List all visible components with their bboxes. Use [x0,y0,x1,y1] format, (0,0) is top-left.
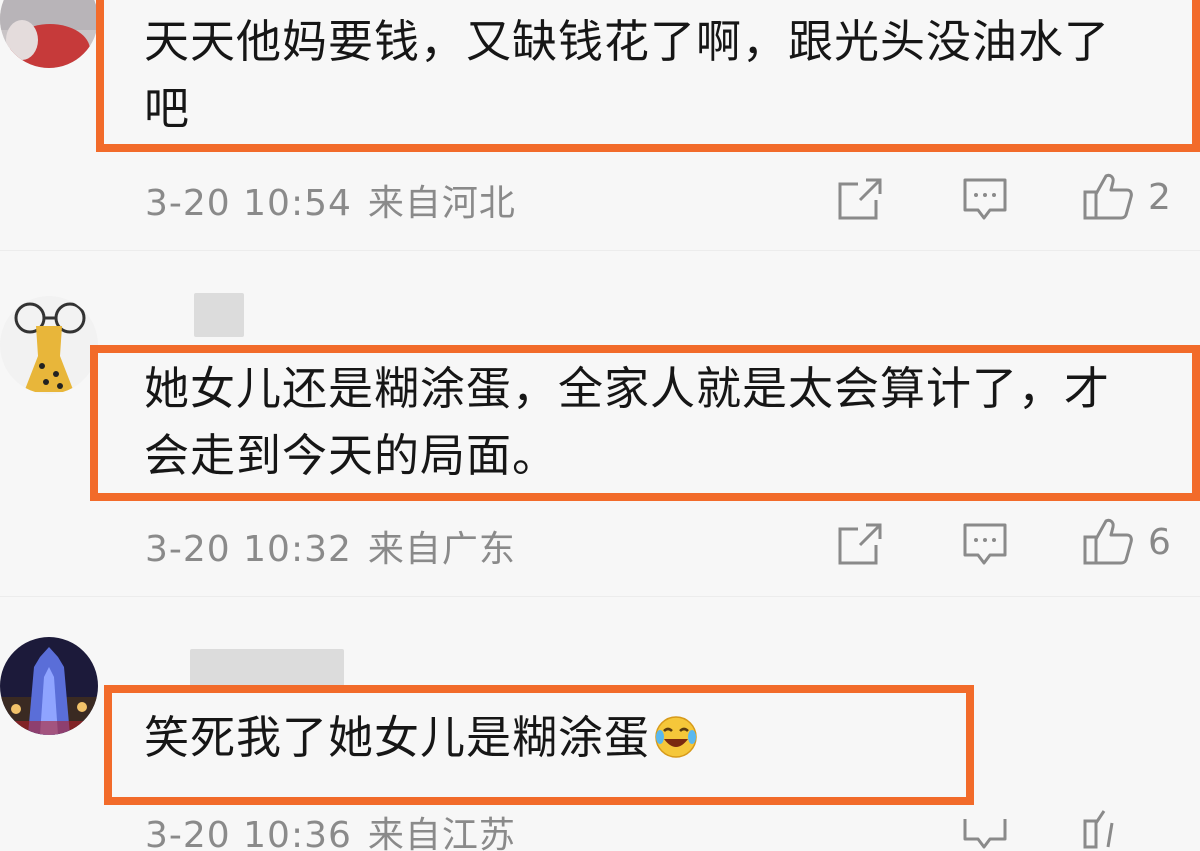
comment-text: 她女儿还是糊涂蛋，全家人就是太会算计了，才会走到今天的局面。 [144,362,1111,482]
comment-button[interactable] [962,174,1008,224]
comment-item: 天天他妈要钱，又缺钱花了啊，跟光头没油水了吧 3-20 10:54 来自河北 2 [0,0,1200,250]
avatar[interactable] [0,637,98,735]
like-button[interactable]: 6 [1082,517,1171,567]
comment-meta: 3-20 10:54 来自河北 [145,174,516,226]
comment-meta: 3-20 10:32 来自广东 [145,520,516,572]
comment-text: 天天他妈要钱，又缺钱花了啊，跟光头没油水了吧 [144,15,1111,135]
comment-location: 来自广东 [367,529,516,570]
comment-meta: 3-20 10:36 来自江苏 [145,806,516,851]
comment-icon [963,523,1007,565]
like-icon [1083,518,1133,565]
like-icon [1083,173,1133,220]
comment-icon [963,819,1007,849]
like-count: 6 [1148,521,1171,563]
like-button[interactable] [1082,801,1148,851]
comment-time: 3-20 10:36 [145,815,352,851]
share-button[interactable] [836,174,884,224]
comment-text-content: 笑死我了她女儿是糊涂蛋 [144,711,651,764]
username-blurred[interactable] [190,649,344,689]
comment-button[interactable] [962,519,1008,569]
comment-location: 来自河北 [367,183,516,224]
share-icon [838,523,882,565]
avatar[interactable] [0,296,98,394]
comment-location: 来自江苏 [367,815,516,851]
comment-time: 3-20 10:32 [145,529,352,570]
comment-text: 笑死我了她女儿是糊涂蛋 [144,704,944,771]
like-icon [1083,810,1114,849]
share-icon [838,178,882,220]
comment-time: 3-20 10:54 [145,183,352,224]
like-count: 2 [1148,176,1171,218]
laugh-cry-emoji-icon [655,716,697,758]
comment-button[interactable] [962,803,1008,851]
comment-icon [963,178,1007,220]
comment-item: 她女儿还是糊涂蛋，全家人就是太会算计了，才会走到今天的局面。 3-20 10:3… [0,251,1200,596]
share-button[interactable] [836,519,884,569]
like-button[interactable]: 2 [1082,172,1171,222]
comment-item: 笑死我了她女儿是糊涂蛋 3-20 10:36 来自江苏 [0,597,1200,851]
comment-list: 天天他妈要钱，又缺钱花了啊，跟光头没油水了吧 3-20 10:54 来自河北 2… [0,0,1200,851]
avatar[interactable] [0,0,98,68]
username-blurred[interactable] [194,293,244,337]
